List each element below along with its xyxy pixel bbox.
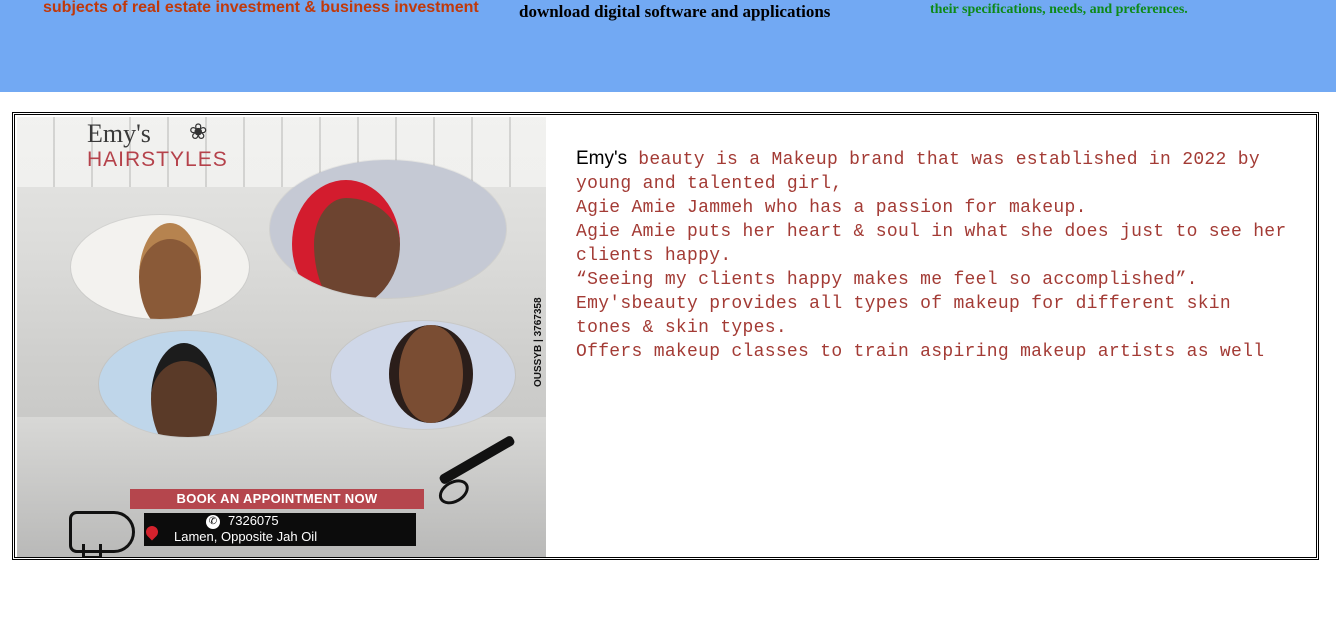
contact-box: ✆ 7326075 Lamen, Opposite Jah Oil	[143, 513, 416, 546]
banner-column-real-estate[interactable]: subjects of real estate investment & bus…	[43, 0, 479, 17]
poster-logo-subtitle: HAIRSTYLES	[87, 148, 228, 171]
content-table-cell-border: Emy's ❀ HAIRSTYLES OUSSYB | 3767358 BOOK…	[14, 114, 1317, 558]
description-line-1: Emy's beauty is a Makeup brand that was …	[576, 147, 1296, 196]
poster-side-text-wrap: OUSSYB | 3767358	[533, 297, 545, 387]
poster-side-text: OUSSYB | 3767358	[533, 297, 544, 387]
description-line-1-text: beauty is a Makeup brand that was establ…	[576, 150, 1260, 194]
description-line-5: Emy'sbeauty provides all types of makeup…	[576, 294, 1232, 338]
hairstyle-photo-3	[99, 331, 277, 437]
hairstyle-photo-4	[331, 321, 515, 429]
brand-name: Emy's	[576, 148, 628, 169]
emys-hairstyles-poster: Emy's ❀ HAIRSTYLES OUSSYB | 3767358 BOOK…	[17, 117, 546, 557]
model-face	[151, 343, 217, 437]
phone-number: 7326075	[228, 513, 279, 528]
description-line-6: Offers makeup classes to train aspiring …	[576, 342, 1265, 362]
description-line-3: Agie Amie puts her heart & soul in what …	[576, 222, 1287, 266]
woman-silhouette-icon: ❀	[189, 119, 208, 144]
banner-column-specifications[interactable]: their specifications, needs, and prefere…	[930, 2, 1188, 18]
content-table: Emy's ❀ HAIRSTYLES OUSSYB | 3767358 BOOK…	[12, 112, 1319, 560]
top-banner: subjects of real estate investment & bus…	[0, 0, 1336, 92]
poster-logo-name: Emy's	[87, 119, 151, 148]
address-row: Lamen, Opposite Jah Oil	[174, 529, 317, 545]
description-line-2: Agie Amie Jammeh who has a passion for m…	[576, 198, 1087, 218]
phone-row: ✆ 7326075	[206, 513, 279, 529]
model-face	[139, 223, 201, 319]
hairstyle-photo-1	[71, 215, 249, 319]
model-face	[292, 180, 400, 298]
hair-dryer-icon	[69, 511, 135, 557]
location-pin-icon	[143, 523, 161, 541]
brand-description: Emy's beauty is a Makeup brand that was …	[576, 147, 1296, 364]
description-line-4: “Seeing my clients happy makes me feel s…	[576, 270, 1198, 290]
phone-icon: ✆	[206, 514, 220, 529]
book-appointment-banner: BOOK AN APPOINTMENT NOW	[130, 489, 424, 509]
hairstyle-photo-2	[270, 160, 506, 298]
banner-column-software[interactable]: download digital software and applicatio…	[519, 2, 830, 22]
model-face	[389, 325, 473, 423]
address-text: Lamen, Opposite Jah Oil	[174, 529, 318, 544]
